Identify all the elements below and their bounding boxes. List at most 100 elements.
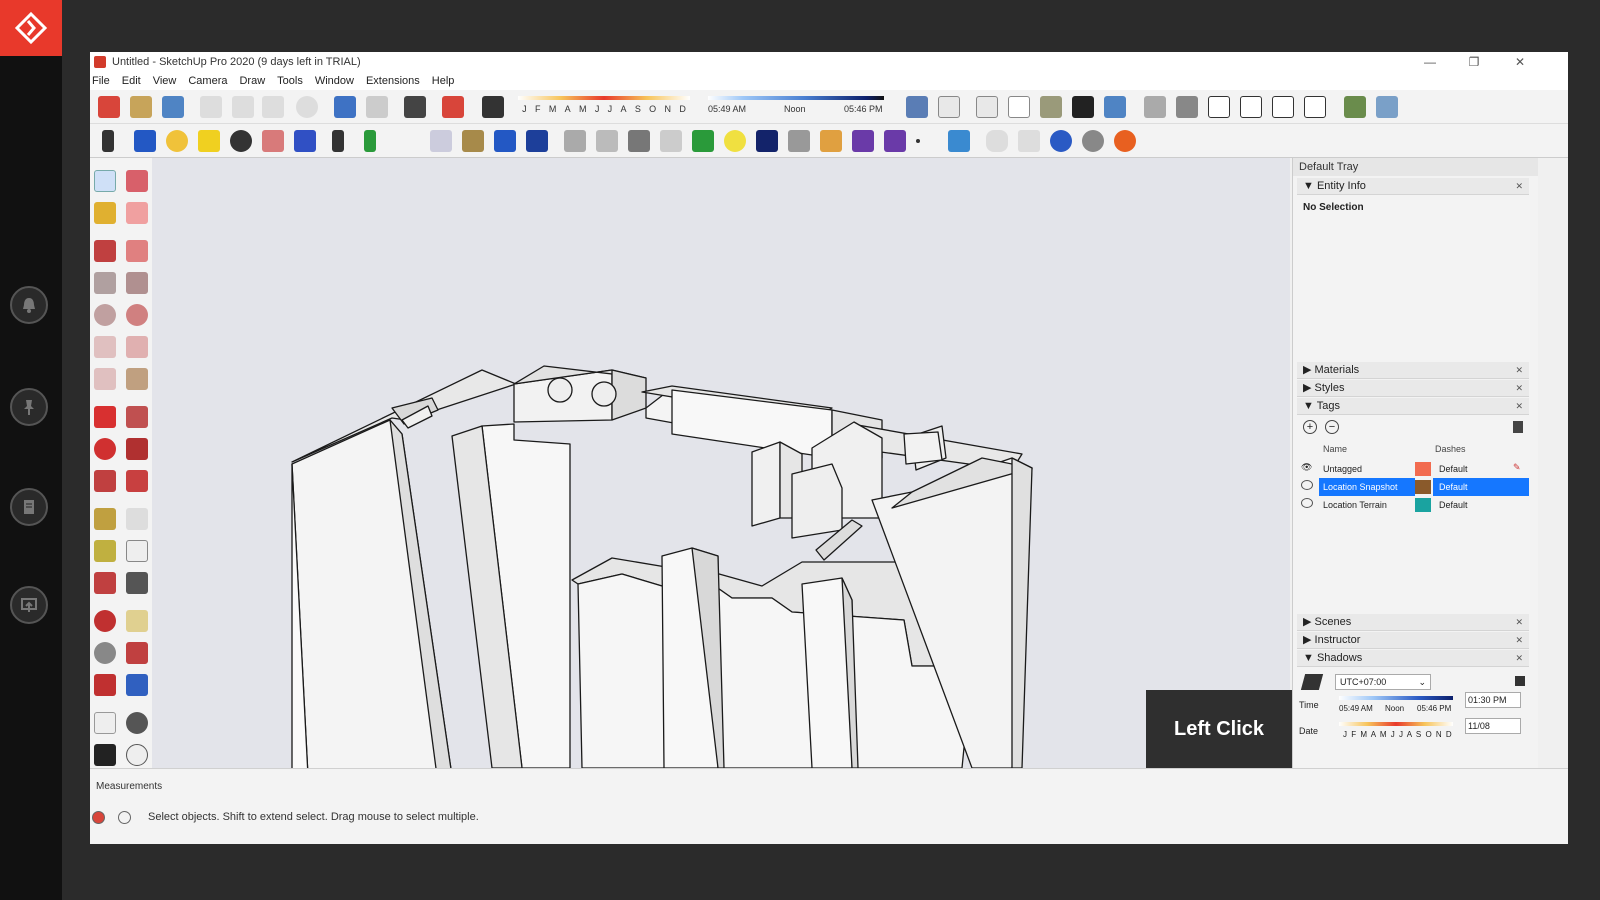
push-pull-icon[interactable] [126, 406, 148, 428]
paste-icon[interactable] [262, 96, 284, 118]
offset-icon[interactable] [126, 470, 148, 492]
tag-color-swatch[interactable] [1415, 498, 1431, 512]
close-panel-icon[interactable]: ✕ [1515, 632, 1523, 649]
angle-icon[interactable] [596, 130, 618, 152]
select-icon[interactable] [94, 170, 116, 192]
menu-file[interactable]: File [92, 75, 110, 87]
menu-tools[interactable]: Tools [277, 75, 303, 87]
pan-icon[interactable] [126, 610, 148, 632]
time-slider[interactable] [1339, 696, 1453, 700]
fog-icon[interactable] [230, 130, 252, 152]
shadow-details-icon[interactable] [1515, 676, 1525, 686]
copy-icon[interactable] [232, 96, 254, 118]
solar-panel-icon[interactable] [948, 130, 970, 152]
iso-view-icon[interactable] [1144, 96, 1166, 118]
zoom-window-icon[interactable] [126, 642, 148, 664]
close-panel-icon[interactable]: ✕ [1515, 178, 1523, 195]
north-icon[interactable] [332, 130, 344, 152]
menu-extensions[interactable]: Extensions [366, 75, 420, 87]
xray-icon[interactable] [906, 96, 928, 118]
display-section-icon[interactable] [294, 130, 316, 152]
rotate-icon[interactable] [94, 438, 116, 460]
geo-location-icon[interactable] [92, 811, 105, 824]
tag-row[interactable]: Location Terrain Default [1297, 496, 1529, 514]
model-info-icon[interactable] [442, 96, 464, 118]
scale-icon[interactable] [94, 470, 116, 492]
level-icon[interactable] [564, 130, 586, 152]
orbit-icon[interactable] [94, 610, 116, 632]
bounding-icon[interactable] [494, 130, 516, 152]
close-panel-icon[interactable]: ✕ [1515, 362, 1523, 379]
panel-shadows[interactable]: ▼ Shadows ✕ [1297, 650, 1529, 667]
star-icon[interactable] [756, 130, 778, 152]
close-panel-icon[interactable]: ✕ [1515, 650, 1523, 667]
menu-window[interactable]: Window [315, 75, 354, 87]
open-icon[interactable] [130, 96, 152, 118]
layer-purple-icon[interactable] [852, 130, 874, 152]
sun-icon[interactable] [724, 130, 746, 152]
back-view-icon[interactable] [1272, 96, 1294, 118]
eu-icon[interactable] [526, 130, 548, 152]
eye-icon[interactable]: 👁 [1301, 462, 1312, 473]
add-location-icon[interactable] [1344, 96, 1366, 118]
tag-dashes[interactable]: Default [1439, 464, 1468, 474]
north-green-icon[interactable] [364, 130, 376, 152]
add-tag-icon[interactable]: + [1303, 420, 1317, 434]
pie-icon[interactable] [126, 368, 148, 390]
walk-icon[interactable] [94, 744, 116, 766]
photo-match-icon[interactable] [462, 130, 484, 152]
polygon-icon[interactable] [126, 304, 148, 326]
back-edges-icon[interactable] [938, 96, 960, 118]
shaded-icon[interactable] [1040, 96, 1062, 118]
arrow-green-icon[interactable] [692, 130, 714, 152]
layer-purple-2-icon[interactable] [884, 130, 906, 152]
export-icon[interactable] [10, 586, 48, 624]
bell-icon[interactable] [10, 286, 48, 324]
dimension-icon[interactable] [430, 130, 452, 152]
close-panel-icon[interactable]: ✕ [1515, 398, 1523, 415]
timezone-select[interactable]: UTC+07:00 ⌄ [1335, 674, 1431, 690]
date-slider[interactable] [1339, 722, 1453, 726]
two-point-arc-icon[interactable] [126, 336, 148, 358]
position-camera-icon[interactable] [94, 712, 116, 734]
hidden-line-icon[interactable] [1008, 96, 1030, 118]
axes-tool-icon[interactable] [94, 572, 116, 594]
previous-view-icon[interactable] [126, 674, 148, 696]
minimize-button[interactable]: — [1410, 52, 1450, 72]
arch-icon[interactable] [1018, 130, 1040, 152]
line-icon[interactable] [94, 240, 116, 262]
front-view-icon[interactable] [1208, 96, 1230, 118]
shadow-time-slider[interactable]: 05:49 AM Noon 05:46 PM [708, 96, 884, 118]
follow-me-icon[interactable] [126, 438, 148, 460]
menu-edit[interactable]: Edit [122, 75, 141, 87]
menu-view[interactable]: View [153, 75, 177, 87]
shadow-toggle-icon[interactable] [482, 96, 504, 118]
terrain-icon[interactable] [1376, 96, 1398, 118]
cylinder-icon[interactable] [986, 130, 1008, 152]
move-icon[interactable] [94, 406, 116, 428]
app-logo[interactable] [0, 0, 62, 56]
tag-dashes[interactable]: Default [1439, 500, 1468, 510]
model-viewport[interactable] [152, 158, 1290, 768]
text-icon[interactable] [126, 540, 148, 562]
monochrome-icon[interactable] [1104, 96, 1126, 118]
undo-icon[interactable] [334, 96, 356, 118]
freehand-icon[interactable] [126, 240, 148, 262]
tag-details-icon[interactable] [1513, 421, 1523, 433]
tag-color-swatch[interactable] [1415, 480, 1431, 494]
close-panel-icon[interactable]: ✕ [1515, 614, 1523, 631]
panel-materials[interactable]: ▶ Materials ✕ [1297, 362, 1529, 379]
menu-help[interactable]: Help [432, 75, 455, 87]
info-icon[interactable] [118, 811, 131, 824]
look-around-icon[interactable] [126, 712, 148, 734]
menu-draw[interactable]: Draw [239, 75, 265, 87]
zoom-extents-icon[interactable] [94, 674, 116, 696]
utm-icon[interactable] [628, 130, 650, 152]
remove-tag-icon[interactable]: − [1325, 420, 1339, 434]
left-view-icon[interactable] [1304, 96, 1326, 118]
eraser-icon[interactable] [126, 202, 148, 224]
mountain-icon[interactable] [788, 130, 810, 152]
wireframe-icon[interactable] [976, 96, 998, 118]
tape-measure-icon[interactable] [94, 508, 116, 530]
save-icon[interactable] [162, 96, 184, 118]
